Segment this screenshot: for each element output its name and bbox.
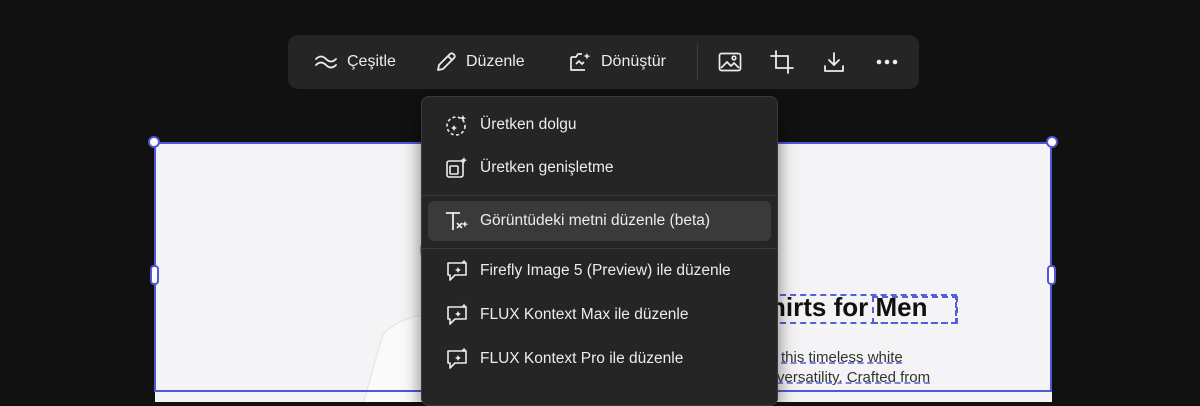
more-icon[interactable]: [871, 46, 903, 78]
body-text-line: versatility. Crafted from: [777, 369, 931, 386]
headline-text: hirts for Men: [770, 292, 928, 322]
menu-item-flux-kontext-pro[interactable]: FLUX Kontext Pro ile düzenle: [428, 339, 771, 379]
edit-text-icon: [444, 208, 470, 234]
pencil-icon: [435, 51, 457, 73]
transform-icon: [568, 51, 592, 73]
toolbar-divider: [697, 44, 698, 80]
menu-item-edit-text-in-image[interactable]: Görüntüdeki metni düzenle (beta): [428, 201, 771, 241]
image-toolbar: Çeşitle Düzenle Dönüştür: [288, 35, 919, 89]
menu-item-label: Üretken dolgu: [480, 116, 577, 133]
menu-item-label: Görüntüdeki metni düzenle (beta): [480, 212, 711, 229]
vary-icon: [314, 53, 338, 71]
vary-button[interactable]: Çeşitle: [314, 42, 396, 82]
chat-edit-icon: [444, 302, 470, 328]
resize-handle-top-left[interactable]: [148, 136, 160, 148]
resize-handle-left[interactable]: [150, 265, 159, 285]
crop-icon[interactable]: [766, 46, 798, 78]
resize-handle-top-right[interactable]: [1046, 136, 1058, 148]
resize-handle-right[interactable]: [1047, 265, 1056, 285]
edit-label: Düzenle: [466, 53, 525, 70]
download-icon[interactable]: [818, 46, 850, 78]
transform-button[interactable]: Dönüştür: [568, 42, 666, 82]
menu-item-label: Üretken genişletme: [480, 159, 614, 176]
transform-label: Dönüştür: [601, 53, 666, 70]
menu-item-label: FLUX Kontext Max ile düzenle: [480, 306, 689, 323]
menu-divider: [422, 248, 777, 249]
menu-divider: [422, 195, 777, 196]
image-icon[interactable]: [714, 46, 746, 78]
edit-button[interactable]: Düzenle: [435, 42, 525, 82]
edit-dropdown-menu: Üretken dolgu Üretken genişletme Görüntü…: [421, 96, 778, 406]
menu-item-generative-fill[interactable]: Üretken dolgu: [428, 105, 771, 145]
menu-item-firefly-image-5[interactable]: Firefly Image 5 (Preview) ile düzenle: [428, 251, 771, 291]
menu-item-flux-kontext-max[interactable]: FLUX Kontext Max ile düzenle: [428, 295, 771, 335]
vary-label: Çeşitle: [347, 53, 396, 70]
chat-edit-icon: [444, 258, 470, 284]
menu-item-generative-expand[interactable]: Üretken genişletme: [428, 148, 771, 188]
menu-item-label: FLUX Kontext Pro ile düzenle: [480, 350, 684, 367]
generative-expand-icon: [444, 155, 470, 181]
generative-fill-icon: [444, 112, 470, 138]
chat-edit-icon: [444, 346, 470, 372]
body-text-line: this timeless white: [781, 349, 903, 366]
menu-item-label: Firefly Image 5 (Preview) ile düzenle: [480, 262, 731, 279]
